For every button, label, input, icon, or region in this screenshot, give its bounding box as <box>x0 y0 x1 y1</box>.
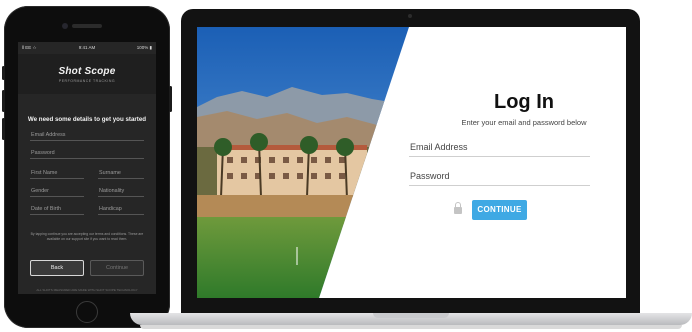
email-field[interactable]: Email Address <box>30 128 144 141</box>
continue-button[interactable]: CONTINUE <box>472 200 527 220</box>
lid-opening-notch <box>373 313 449 318</box>
golf-resort-photo <box>197 27 409 298</box>
laptop-base-foot <box>140 325 682 329</box>
home-button[interactable] <box>76 301 98 323</box>
status-time: 9:41 AM <box>78 45 96 50</box>
first-name-placeholder: First Name <box>31 170 58 176</box>
email-field-placeholder: Email Address <box>31 132 66 138</box>
dob-placeholder: Date of Birth <box>31 206 61 212</box>
handicap-placeholder: Handicap <box>99 206 122 212</box>
continue-button-disabled[interactable]: Continue <box>90 260 144 276</box>
logo-tagline: PERFORMANCE TRACKING <box>58 79 116 83</box>
nationality-field[interactable]: Nationality <box>98 184 144 197</box>
front-camera <box>62 23 68 29</box>
login-subtitle: Enter your email and password below <box>461 118 587 127</box>
phone-screen: ll EE ☆ 9:41 AM 100% ▮ Shot Scope PERFOR… <box>18 42 156 294</box>
dob-field[interactable]: Date of Birth <box>30 202 84 215</box>
signup-heading: We need some details to get you started <box>27 116 147 123</box>
phone-device: ll EE ☆ 9:41 AM 100% ▮ Shot Scope PERFOR… <box>2 6 172 328</box>
power-button <box>169 86 172 112</box>
laptop-lid: Log In Enter your email and password bel… <box>181 9 640 313</box>
mute-switch <box>2 66 5 80</box>
password-field[interactable]: Password <box>30 146 144 159</box>
surname-field[interactable]: Surname <box>98 166 144 179</box>
surname-placeholder: Surname <box>99 170 121 176</box>
laptop-display: Log In Enter your email and password bel… <box>197 27 626 298</box>
earpiece-speaker <box>72 24 102 28</box>
phone-footer: ALL SHOTS MEASURED ARE MADE WITH SHOT SC… <box>36 288 138 292</box>
gender-placeholder: Gender <box>31 188 49 194</box>
fairway <box>197 217 409 298</box>
password-input[interactable]: Password <box>409 167 590 186</box>
password-input-placeholder: Password <box>410 171 450 181</box>
laptop-base <box>130 313 692 325</box>
battery-indicator: 100% ▮ <box>136 45 152 50</box>
webcam <box>408 14 412 18</box>
shot-scope-logo: Shot Scope <box>58 66 116 77</box>
volume-up-button <box>2 90 5 112</box>
terms-text: By tapping continue you are accepting ou… <box>30 232 144 241</box>
email-input[interactable]: Email Address <box>409 138 590 157</box>
nationality-placeholder: Nationality <box>99 188 125 194</box>
email-input-placeholder: Email Address <box>410 142 468 152</box>
lock-icon <box>454 202 462 214</box>
back-button[interactable]: Back <box>30 260 84 276</box>
password-field-placeholder: Password <box>31 150 55 156</box>
status-bar: ll EE ☆ 9:41 AM 100% ▮ <box>18 42 156 52</box>
handicap-field[interactable]: Handicap <box>98 202 144 215</box>
first-name-field[interactable]: First Name <box>30 166 84 179</box>
logo-header: Shot Scope PERFORMANCE TRACKING <box>18 54 156 94</box>
gender-field[interactable]: Gender <box>30 184 84 197</box>
volume-down-button <box>2 118 5 140</box>
login-title: Log In <box>494 91 554 113</box>
